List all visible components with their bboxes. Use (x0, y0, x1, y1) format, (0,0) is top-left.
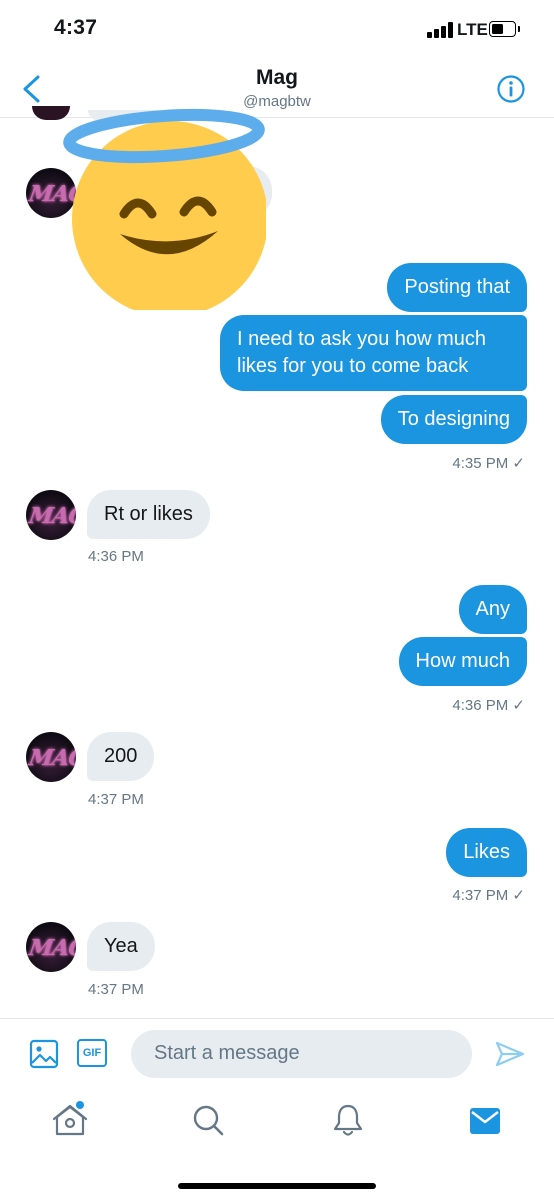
message-timestamp: 4:37 PM ✓ (452, 887, 525, 904)
image-icon[interactable] (29, 1039, 59, 1069)
message-bubble-outgoing[interactable]: To designing (380, 395, 527, 444)
message-input[interactable]: Start a message (131, 1030, 472, 1078)
avatar[interactable]: MAG (26, 732, 76, 782)
battery-icon (489, 21, 520, 37)
message-timestamp: 4:35 PM ✓ (452, 455, 525, 472)
mail-icon[interactable] (470, 1108, 500, 1134)
message-bubble-outgoing[interactable]: Posting that (387, 263, 527, 312)
halo-smiling-face-emoji (63, 108, 266, 310)
message-timestamp: 4:37 PM (88, 791, 144, 808)
message-bubble-incoming[interactable]: Rt or likes (87, 490, 210, 539)
gif-label: GIF (82, 1047, 102, 1059)
avatar[interactable]: MAG (26, 922, 76, 972)
message-bubble-outgoing[interactable]: Any (458, 585, 527, 634)
conversation-name: Mag (256, 66, 298, 89)
message-bubble-outgoing[interactable]: Likes (446, 828, 527, 877)
message-bubble-incoming[interactable]: Yea (87, 922, 155, 971)
home-indicator[interactable] (178, 1183, 376, 1189)
status-time: 4:37 (54, 16, 98, 39)
info-icon[interactable] (496, 74, 526, 104)
signal-strength-icon (427, 22, 453, 38)
message-bubble-outgoing[interactable]: How much (398, 637, 527, 686)
message-bubble-incoming[interactable]: 200 (87, 732, 155, 781)
home-icon[interactable] (52, 1100, 88, 1138)
message-timestamp: 4:36 PM (88, 548, 144, 565)
composer-divider (0, 1018, 554, 1019)
message-timestamp: 4:36 PM ✓ (452, 697, 525, 714)
send-icon[interactable] (495, 1040, 525, 1068)
network-type: LTE (457, 20, 488, 39)
message-input-placeholder: Start a message (154, 1042, 300, 1064)
gif-icon[interactable]: GIF (77, 1039, 107, 1067)
bell-icon[interactable] (332, 1103, 364, 1137)
avatar[interactable]: MAG (26, 490, 76, 540)
search-icon[interactable] (192, 1104, 224, 1136)
message-timestamp: 4:37 PM (88, 981, 144, 998)
message-bubble-outgoing[interactable]: I need to ask you how much likes for you… (220, 315, 527, 391)
